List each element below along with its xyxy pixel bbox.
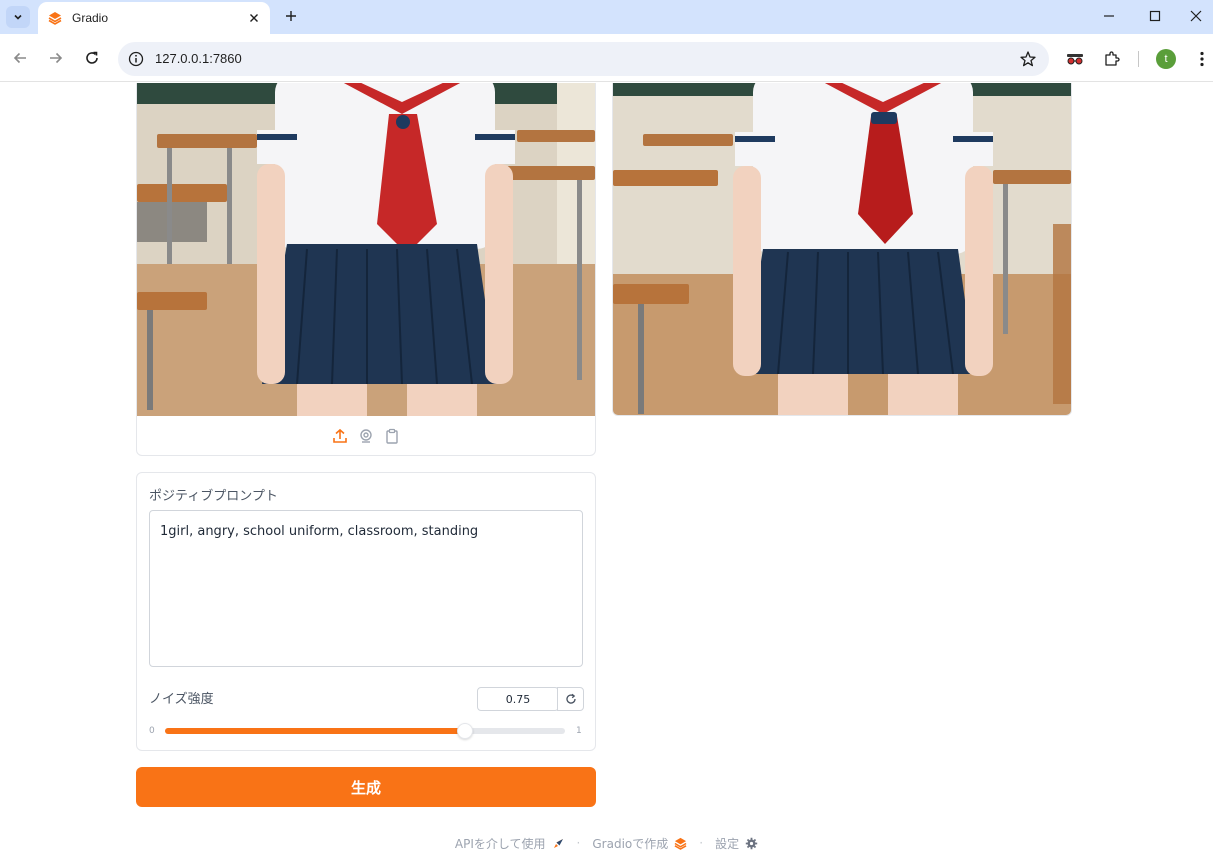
input-image-panel[interactable] xyxy=(136,83,596,456)
settings-form: ポジティブプロンプト 1girl, angry, school uniform,… xyxy=(136,472,596,751)
prompt-textarea[interactable]: 1girl, angry, school uniform, classroom,… xyxy=(149,510,583,667)
minimize-icon xyxy=(1104,15,1114,17)
new-tab-button[interactable] xyxy=(280,5,302,27)
more-icon xyxy=(1200,51,1204,67)
prompt-label: ポジティブプロンプト xyxy=(149,489,278,504)
clipboard-button[interactable] xyxy=(383,427,401,445)
input-image[interactable] xyxy=(137,83,595,416)
noise-number-input[interactable]: 0.75 xyxy=(477,687,559,711)
incognito-button[interactable] xyxy=(1065,49,1085,69)
back-icon xyxy=(13,52,26,64)
reload-button[interactable] xyxy=(80,46,104,70)
minimize-button[interactable] xyxy=(1086,0,1132,32)
noise-slider[interactable] xyxy=(165,723,565,739)
footer: APIを介して使用 · Gradioで作成 · 設定 xyxy=(0,832,1213,854)
slider-max-label: 1 xyxy=(576,726,582,736)
plus-icon xyxy=(286,11,296,21)
close-icon xyxy=(250,14,258,22)
maximize-icon xyxy=(1149,10,1161,22)
info-icon[interactable] xyxy=(128,51,144,67)
webcam-button[interactable] xyxy=(357,427,375,445)
upload-icon xyxy=(333,428,347,443)
upload-button[interactable] xyxy=(331,427,349,445)
window-close-button[interactable] xyxy=(1178,0,1213,32)
toolbar-divider xyxy=(1138,51,1139,67)
reset-icon xyxy=(565,693,576,704)
noise-label: ノイズ強度 xyxy=(149,692,214,707)
gradio-link[interactable]: Gradioで作成 xyxy=(592,835,668,852)
maximize-button[interactable] xyxy=(1132,0,1178,32)
chevron-down-icon xyxy=(14,14,22,20)
slider-thumb[interactable] xyxy=(457,723,473,739)
api-link[interactable]: APIを介して使用 xyxy=(455,835,546,852)
output-image[interactable] xyxy=(613,83,1071,416)
rocket-icon xyxy=(552,837,565,850)
profile-avatar[interactable]: t xyxy=(1156,49,1176,69)
gradio-app: ポジティブプロンプト 1girl, angry, school uniform,… xyxy=(0,83,1213,867)
star-icon[interactable] xyxy=(1019,50,1037,68)
back-button[interactable] xyxy=(8,46,32,70)
output-image-panel[interactable] xyxy=(612,83,1072,416)
gradio-logo-icon xyxy=(674,837,687,850)
generate-button[interactable]: 生成 xyxy=(136,767,596,807)
window-close-icon xyxy=(1190,10,1201,22)
clipboard-icon xyxy=(386,428,398,444)
gear-icon[interactable] xyxy=(745,837,758,850)
extensions-icon xyxy=(1105,51,1120,66)
slider-fill xyxy=(165,728,465,734)
forward-button[interactable] xyxy=(44,46,68,70)
extensions-button[interactable] xyxy=(1102,49,1122,69)
footer-separator: · xyxy=(576,836,581,850)
address-bar[interactable]: 127.0.0.1:7860 xyxy=(118,42,1049,76)
image-source-toolbar xyxy=(137,416,595,455)
tab-close-button[interactable] xyxy=(246,10,262,26)
more-menu-button[interactable] xyxy=(1192,49,1212,69)
url-text[interactable]: 127.0.0.1:7860 xyxy=(155,51,242,66)
slider-min-label: 0 xyxy=(149,726,155,736)
forward-icon xyxy=(50,52,63,64)
gradio-favicon-icon xyxy=(48,12,62,25)
webcam-icon xyxy=(360,429,372,443)
noise-reset-button[interactable] xyxy=(557,687,584,711)
footer-separator: · xyxy=(699,836,704,850)
settings-link[interactable]: 設定 xyxy=(715,835,739,852)
browser-toolbar: 127.0.0.1:7860 t xyxy=(0,34,1213,82)
browser-tab[interactable]: Gradio xyxy=(38,2,270,34)
tab-title: Gradio xyxy=(72,11,109,25)
tab-search-button[interactable] xyxy=(6,6,30,28)
browser-tab-bar: Gradio xyxy=(0,0,1213,34)
reload-icon xyxy=(86,51,98,64)
incognito-icon xyxy=(1067,54,1083,65)
